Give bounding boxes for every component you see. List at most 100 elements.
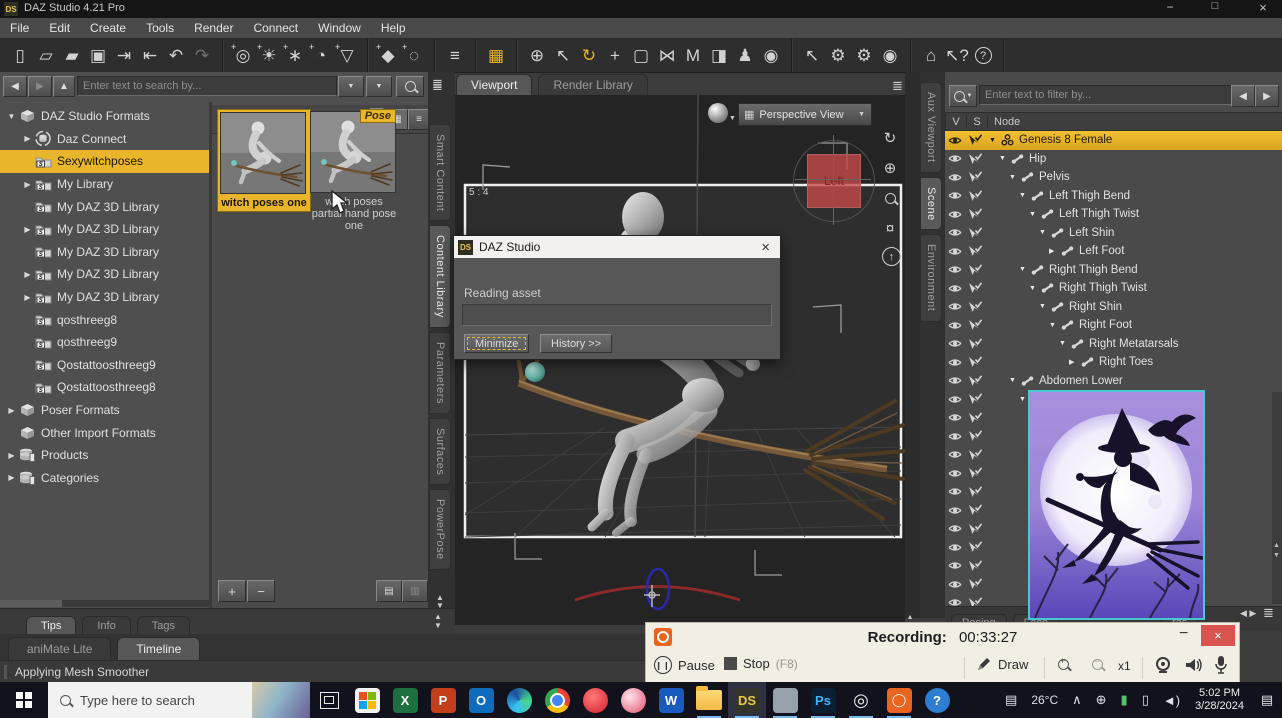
redo-icon[interactable]: ↷ <box>189 44 215 68</box>
visibility-eye-icon[interactable] <box>945 449 965 460</box>
visibility-eye-icon[interactable] <box>945 505 965 516</box>
taskbar-store-icon[interactable] <box>348 682 386 718</box>
tree-expand-arrow[interactable]: ▶ <box>22 180 33 189</box>
left-tab-powerpose[interactable]: PowerPose <box>429 489 451 570</box>
node-expand-arrow[interactable]: ▼ <box>999 155 1008 162</box>
camera-tool-icon[interactable]: ◉ <box>758 44 784 68</box>
node-expand-arrow[interactable]: ▼ <box>1059 340 1068 347</box>
node-expand-arrow[interactable]: ▶ <box>1049 247 1058 255</box>
scene-node-row[interactable]: ▶Left Foot <box>945 242 1282 261</box>
dialog-close-icon[interactable]: × <box>761 239 770 256</box>
selectability-cursor-icon[interactable] <box>965 486 985 498</box>
camera-selector[interactable]: ▦ Perspective View ▼ <box>738 103 872 126</box>
scene-pane-menu-icon[interactable]: ≣ <box>1263 605 1274 621</box>
tool-settings-icon[interactable]: ↖ <box>799 44 825 68</box>
scene-prev-button[interactable]: ◀ <box>1231 85 1255 107</box>
scene-node-row[interactable]: ▼Right Thigh Twist <box>945 279 1282 298</box>
taskbar-media-app-icon[interactable] <box>614 682 652 718</box>
home-view-icon[interactable]: ↑ <box>882 247 901 266</box>
selectability-cursor-icon[interactable] <box>965 338 985 350</box>
selectability-cursor-icon[interactable] <box>965 301 985 313</box>
tree-item[interactable]: SMy DAZ 3D Library <box>0 195 209 218</box>
viewport-pane-menu-icon[interactable]: ≣ <box>432 78 443 94</box>
selectability-cursor-icon[interactable] <box>965 560 985 572</box>
selectability-cursor-icon[interactable] <box>965 153 985 165</box>
visibility-eye-icon[interactable] <box>945 301 965 312</box>
visibility-eye-icon[interactable] <box>945 579 965 590</box>
selectability-cursor-icon[interactable] <box>965 264 985 276</box>
visibility-eye-icon[interactable] <box>945 486 965 497</box>
surface-selection-tool-icon[interactable]: M <box>680 44 706 68</box>
selectability-cursor-icon[interactable] <box>965 190 985 202</box>
visibility-eye-icon[interactable] <box>945 375 965 386</box>
viewport-tab-viewport[interactable]: Viewport <box>456 74 532 95</box>
mic-icon[interactable] <box>1214 655 1228 675</box>
node-selection-tool-icon[interactable]: ↖ <box>550 44 576 68</box>
create-distant-light-icon[interactable]: +☀ <box>256 44 282 68</box>
visibility-eye-icon[interactable] <box>945 227 965 238</box>
node-expand-arrow[interactable]: ▼ <box>1039 229 1048 236</box>
taskbar-photoshop-icon[interactable]: Ps <box>804 682 842 718</box>
info-tab-tips[interactable]: Tips <box>26 616 76 635</box>
asset-item[interactable]: Posewitch poses partial hand pose one <box>310 111 398 232</box>
column-visibility[interactable]: V <box>946 116 967 128</box>
timeline-tab-timeline[interactable]: Timeline <box>117 637 200 660</box>
tree-expand-arrow[interactable]: ▶ <box>22 225 33 234</box>
undo-icon[interactable]: ↶ <box>163 44 189 68</box>
visibility-eye-icon[interactable] <box>945 338 965 349</box>
selectability-cursor-icon[interactable] <box>965 393 985 405</box>
network-icon[interactable]: ⊕ <box>1096 692 1107 708</box>
node-expand-arrow[interactable]: ▶ <box>1069 358 1078 366</box>
asset-thumbnail[interactable] <box>220 112 306 194</box>
bottom-tab-scroll-arrows[interactable]: ◀ ▶ <box>1240 608 1256 619</box>
content-search-input[interactable] <box>77 76 337 96</box>
zoom-icon[interactable] <box>879 187 901 209</box>
figure-setup-icon[interactable]: ♟ <box>732 44 758 68</box>
selectability-cursor-icon[interactable] <box>965 412 985 424</box>
visibility-eye-icon[interactable] <box>945 394 965 405</box>
menu-render[interactable]: Render <box>184 21 243 35</box>
whats-this-icon[interactable]: ↖? <box>944 44 970 68</box>
window-close-button[interactable]: × <box>1248 0 1278 18</box>
visibility-eye-icon[interactable] <box>945 412 965 423</box>
taskbar-clock[interactable]: 5:02 PM 3/28/2024 <box>1195 687 1244 713</box>
geometry-editor-icon[interactable]: ◨ <box>706 44 732 68</box>
selectability-cursor-icon[interactable] <box>965 523 985 535</box>
taskbar-chrome-icon[interactable] <box>538 682 576 718</box>
node-expand-arrow[interactable]: ▼ <box>1019 396 1028 403</box>
scene-node-row[interactable]: ▼Genesis 8 Female <box>945 131 1282 150</box>
scene-node-row[interactable]: ▼Right Shin <box>945 298 1282 317</box>
pan-icon[interactable]: ⊕ <box>879 157 901 179</box>
node-expand-arrow[interactable]: ▼ <box>1009 174 1018 181</box>
tree-expand-arrow[interactable]: ▼ <box>6 112 17 121</box>
asset-item[interactable]: witch poses one <box>217 109 311 212</box>
search-filter-dropdown[interactable]: ▼ <box>366 76 392 97</box>
window-minimize-button[interactable]: − <box>1155 0 1185 18</box>
scene-node-row[interactable]: ▼Hip <box>945 150 1282 169</box>
drawstyle-sphere-icon[interactable] <box>708 103 728 123</box>
node-expand-arrow[interactable]: ▼ <box>1029 211 1038 218</box>
viewport-tab-render-library[interactable]: Render Library <box>538 74 647 95</box>
taskbar-red-browser-icon[interactable] <box>576 682 614 718</box>
node-expand-arrow[interactable]: ▼ <box>1029 285 1038 292</box>
frame-icon[interactable]: ¤ <box>879 217 901 239</box>
webcam-icon[interactable] <box>1154 656 1172 674</box>
tree-item[interactable]: ▶SMy DAZ 3D Library <box>0 263 209 286</box>
selectability-cursor-icon[interactable] <box>965 449 985 461</box>
menu-create[interactable]: Create <box>80 21 136 35</box>
notification-center-icon[interactable]: ▤ <box>1252 682 1282 718</box>
taskbar-explorer-icon[interactable] <box>690 682 728 718</box>
stop-button[interactable]: Stop (F8) <box>724 656 798 671</box>
scene-node-row[interactable]: ▼Right Metatarsals <box>945 335 1282 354</box>
tree-item[interactable]: Sqosthreeg8 <box>0 308 209 331</box>
task-view-button[interactable] <box>310 682 348 718</box>
start-button[interactable] <box>0 682 48 718</box>
right-tab-environment[interactable]: Environment <box>920 234 942 321</box>
taskbar-install-manager-icon[interactable] <box>766 682 804 718</box>
left-tab-surfaces[interactable]: Surfaces <box>429 418 451 485</box>
visibility-eye-icon[interactable] <box>945 431 965 442</box>
visibility-eye-icon[interactable] <box>945 320 965 331</box>
visibility-eye-icon[interactable] <box>945 357 965 368</box>
window-maximize-button[interactable]: □ <box>1200 0 1230 18</box>
tree-item[interactable]: ▶Poser Formats <box>0 399 209 422</box>
